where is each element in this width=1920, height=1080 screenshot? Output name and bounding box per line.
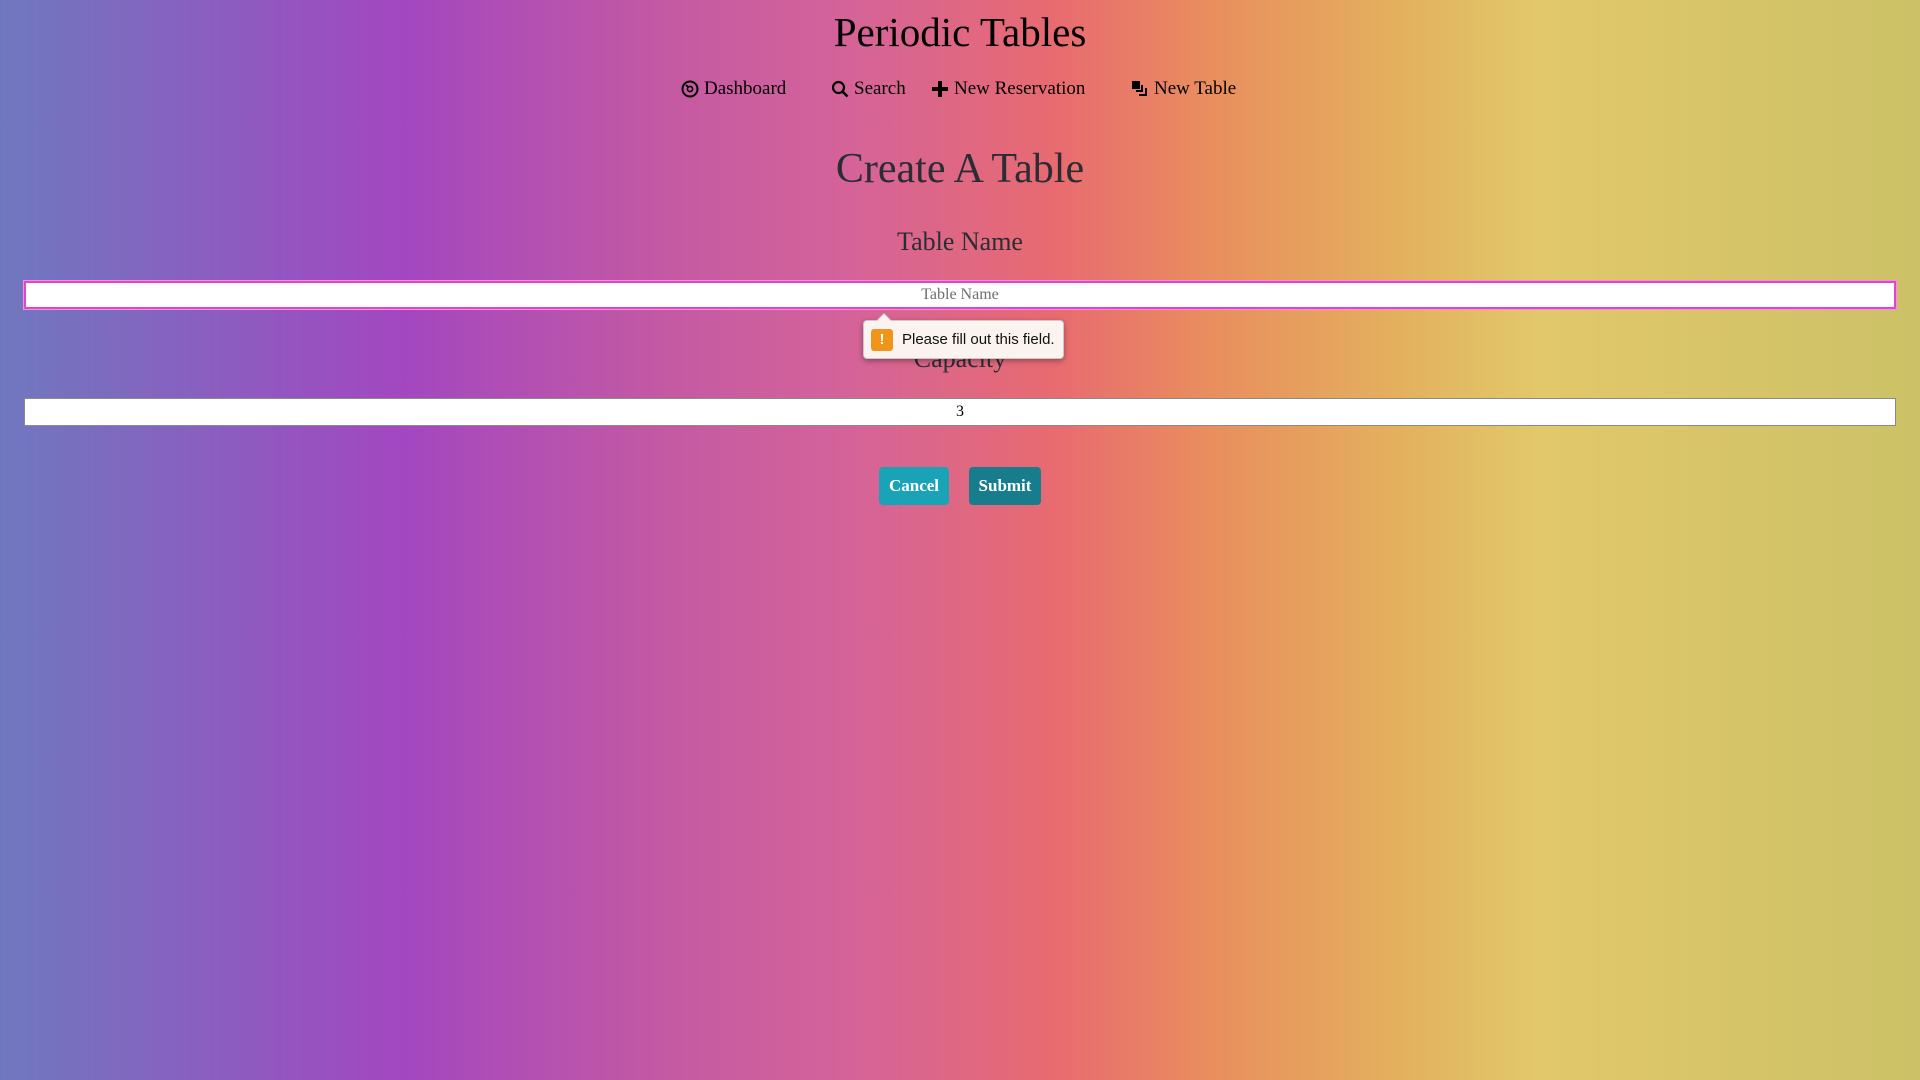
submit-button[interactable]: Submit bbox=[969, 467, 1041, 505]
nav-new-reservation-link[interactable]: New Reservation bbox=[931, 78, 1085, 100]
nav-dashboard-label: Dashboard bbox=[704, 78, 787, 99]
warning-icon: ! bbox=[871, 328, 893, 351]
validation-tooltip: ! Please fill out this field. bbox=[863, 313, 1064, 359]
table-name-input[interactable] bbox=[24, 281, 1896, 309]
nav-new-table-link[interactable]: New Table bbox=[1131, 78, 1236, 100]
layers-icon bbox=[1132, 81, 1147, 96]
app-title: Periodic Tables bbox=[833, 9, 1087, 55]
nav-search-link[interactable]: Search bbox=[831, 78, 906, 100]
nav-new-table-label: New Table bbox=[1154, 78, 1237, 99]
validation-message: Please fill out this field. bbox=[902, 331, 1055, 348]
dashboard-icon bbox=[681, 80, 699, 98]
nav-search-label: Search bbox=[854, 78, 906, 99]
table-name-label: Table Name bbox=[897, 227, 1023, 256]
nav-new-reservation-label: New Reservation bbox=[954, 78, 1086, 99]
search-icon bbox=[831, 80, 849, 98]
nav-dashboard-link[interactable]: Dashboard bbox=[681, 78, 786, 100]
capacity-input[interactable] bbox=[24, 398, 1896, 426]
main-nav: Dashboard Search New Reservation New Tab… bbox=[0, 78, 1920, 108]
plus-icon bbox=[932, 81, 948, 97]
page-title: Create A Table bbox=[835, 146, 1085, 192]
cancel-button[interactable]: Cancel bbox=[879, 467, 949, 505]
